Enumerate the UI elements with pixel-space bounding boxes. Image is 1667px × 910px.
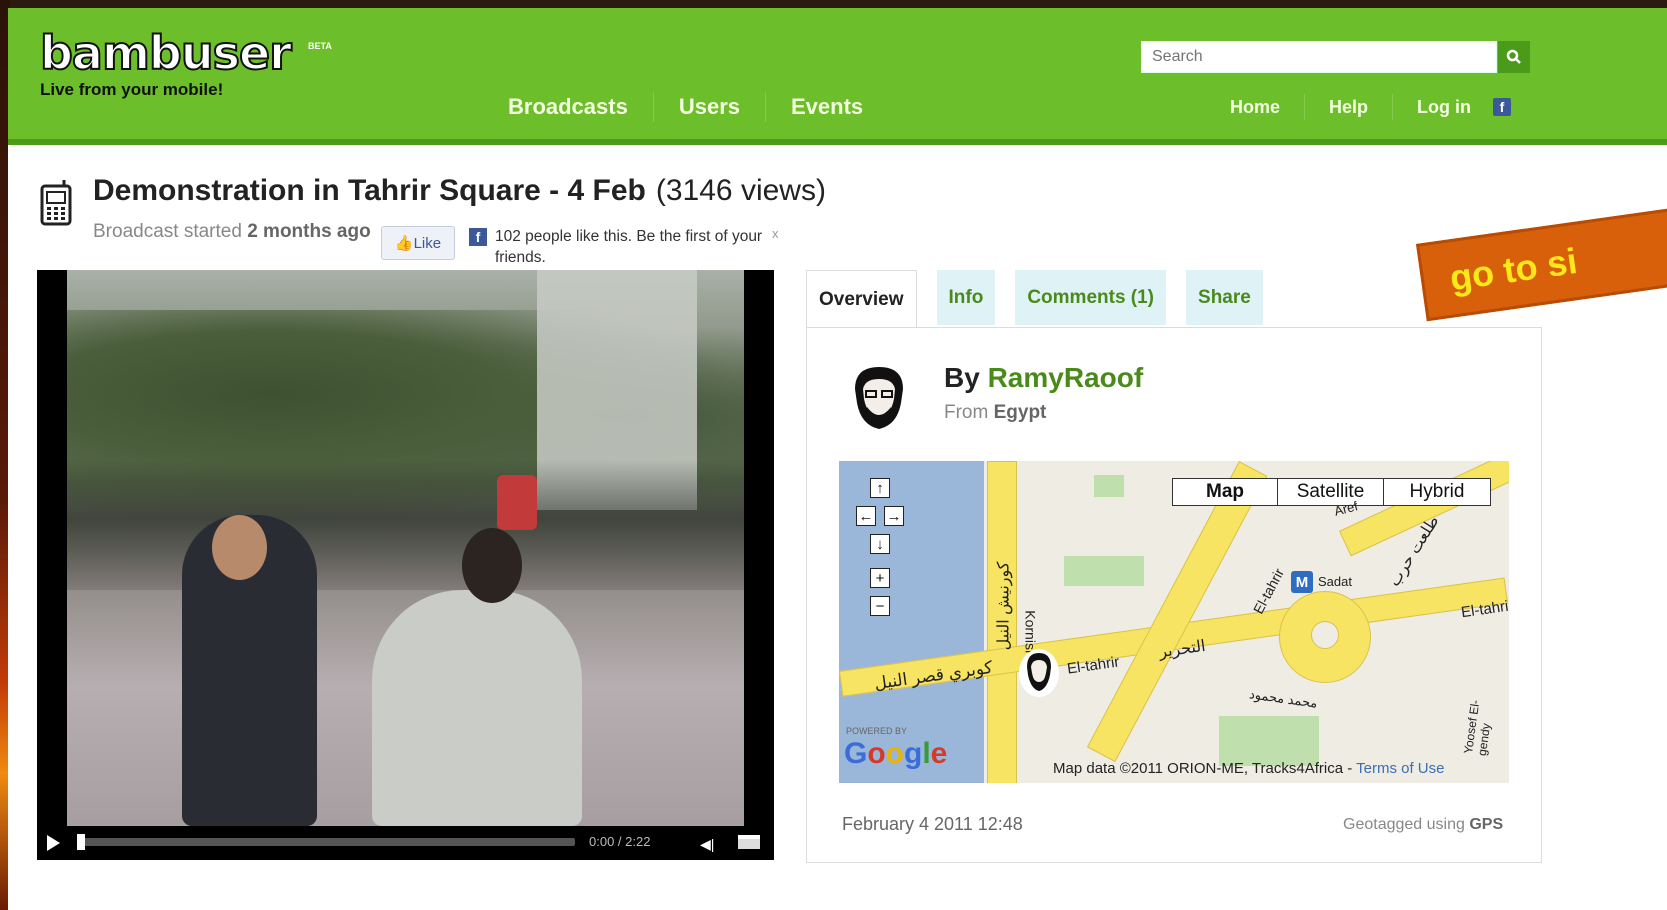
search-button[interactable] — [1498, 41, 1530, 73]
search-icon — [1506, 49, 1521, 64]
seek-handle[interactable] — [77, 834, 85, 850]
map-type-satellite[interactable]: Satellite — [1277, 479, 1383, 505]
map-type-hybrid[interactable]: Hybrid — [1383, 479, 1490, 505]
search-field[interactable] — [1141, 41, 1497, 73]
user-avatar[interactable] — [841, 359, 916, 437]
terms-of-use-link[interactable]: Terms of Use — [1356, 760, 1444, 777]
geo-prefix: Geotagged using — [1343, 816, 1465, 833]
browser-page: bambuser BETA Live from your mobile! Bro… — [8, 8, 1667, 910]
started-prefix: Broadcast started — [93, 221, 242, 242]
pan-left-icon[interactable]: ← — [856, 506, 876, 526]
beta-badge: BETA — [308, 41, 332, 51]
pan-right-icon[interactable]: → — [884, 506, 904, 526]
powered-by-label: POWERED BY — [846, 726, 908, 736]
user-nav: Home Help Log in f — [1230, 94, 1512, 120]
site-header: bambuser BETA Live from your mobile! Bro… — [8, 8, 1667, 145]
geotag-info: Geotagged using GPS — [1343, 816, 1503, 834]
broadcast-date: February 4 2011 12:48 — [842, 814, 1023, 834]
nav-users[interactable]: Users — [652, 92, 765, 122]
nav-broadcasts[interactable]: Broadcasts — [508, 92, 653, 122]
geo-method: GPS — [1469, 816, 1504, 833]
tab-info[interactable]: Info — [936, 270, 996, 325]
nav-login[interactable]: Log in — [1392, 94, 1495, 120]
map-type-map[interactable]: Map — [1173, 479, 1277, 505]
volume-icon[interactable]: ◀| — [700, 836, 714, 853]
google-logo[interactable]: Google — [844, 737, 947, 771]
seek-bar[interactable] — [77, 838, 575, 846]
nav-help[interactable]: Help — [1304, 94, 1392, 120]
started-when: 2 months ago — [247, 221, 371, 242]
pan-up-icon[interactable]: ↑ — [870, 478, 890, 498]
by-prefix: By — [944, 362, 980, 393]
play-icon[interactable] — [47, 835, 60, 851]
map-park — [1219, 716, 1319, 766]
main-nav: Broadcasts Users Events — [508, 92, 888, 122]
site-logo[interactable]: bambuser BETA Live from your mobile! — [39, 26, 332, 100]
video-controls: 0:00 / 2:22 ◀| — [37, 826, 774, 860]
pan-down-icon[interactable]: ↓ — [870, 534, 890, 554]
broadcaster-byline: By RamyRaoof — [944, 362, 1143, 394]
mobile-phone-icon — [40, 180, 72, 226]
map-attribution: Map data ©2011 ORION-ME, Tracks4Africa -… — [1053, 760, 1444, 777]
map-label: كورنيش النيل — [995, 561, 1013, 651]
map-label: Yoosef El-gendy — [1460, 699, 1494, 757]
like-count-text: 102 people like this. Be the first of yo… — [495, 228, 763, 266]
broadcaster-location: From Egypt — [944, 402, 1046, 424]
logo-wordmark: bambuser — [39, 26, 293, 80]
zoom-out-icon[interactable]: − — [870, 596, 890, 616]
video-frame — [67, 270, 744, 826]
window-top-edge — [0, 0, 1667, 8]
map-label: Sadat — [1318, 574, 1352, 589]
facebook-login-icon[interactable]: f — [1493, 98, 1512, 116]
close-icon[interactable]: x — [772, 226, 779, 241]
nav-events[interactable]: Events — [765, 92, 888, 122]
promo-text: go to si — [1447, 239, 1580, 299]
search-input[interactable] — [1142, 42, 1496, 72]
tab-share[interactable]: Share — [1186, 270, 1263, 325]
broadcaster-link[interactable]: RamyRaoof — [988, 362, 1144, 393]
map-label: محمد محمود — [1248, 686, 1319, 711]
like-label: Like — [413, 234, 442, 252]
tab-comments[interactable]: Comments (1) — [1015, 270, 1167, 325]
video-player[interactable]: 0:00 / 2:22 ◀| — [37, 270, 774, 860]
zoom-in-icon[interactable]: + — [870, 568, 890, 588]
broadcast-tabs: Overview Info Comments (1) Share — [806, 270, 1283, 328]
metro-station-icon: M — [1291, 571, 1313, 593]
country[interactable]: Egypt — [994, 402, 1047, 423]
map-data-text: Map data ©2011 ORION-ME, Tracks4Africa - — [1053, 760, 1353, 777]
fullscreen-icon[interactable] — [738, 835, 760, 849]
facebook-icon: f — [469, 228, 487, 246]
from-prefix: From — [944, 402, 989, 423]
go-to-site-banner[interactable]: go to si — [1416, 207, 1667, 322]
facebook-like-button[interactable]: 👍 Like — [381, 226, 455, 260]
location-map[interactable]: ↑ ← → ↓ + − Map Satellite Hybrid كورنيش … — [839, 461, 1509, 783]
video-time: 0:00 / 2:22 — [589, 834, 651, 849]
map-roundabout-center — [1311, 621, 1339, 649]
view-count: (3146 views) — [655, 174, 826, 207]
broadcast-started: Broadcast started 2 months ago — [93, 221, 371, 243]
broadcast-title: Demonstration in Tahrir Square - 4 Feb (3… — [93, 174, 826, 208]
map-park — [1094, 475, 1124, 497]
tab-overview[interactable]: Overview — [806, 270, 917, 328]
map-park — [1064, 556, 1144, 586]
thumbs-up-icon: 👍 — [394, 235, 414, 252]
logo-tagline: Live from your mobile! — [40, 80, 224, 99]
map-type-switcher: Map Satellite Hybrid — [1172, 478, 1491, 506]
nav-home[interactable]: Home — [1230, 94, 1304, 120]
broadcast-location-marker[interactable] — [1019, 649, 1059, 697]
broadcast-title-text: Demonstration in Tahrir Square - 4 Feb — [93, 174, 646, 207]
